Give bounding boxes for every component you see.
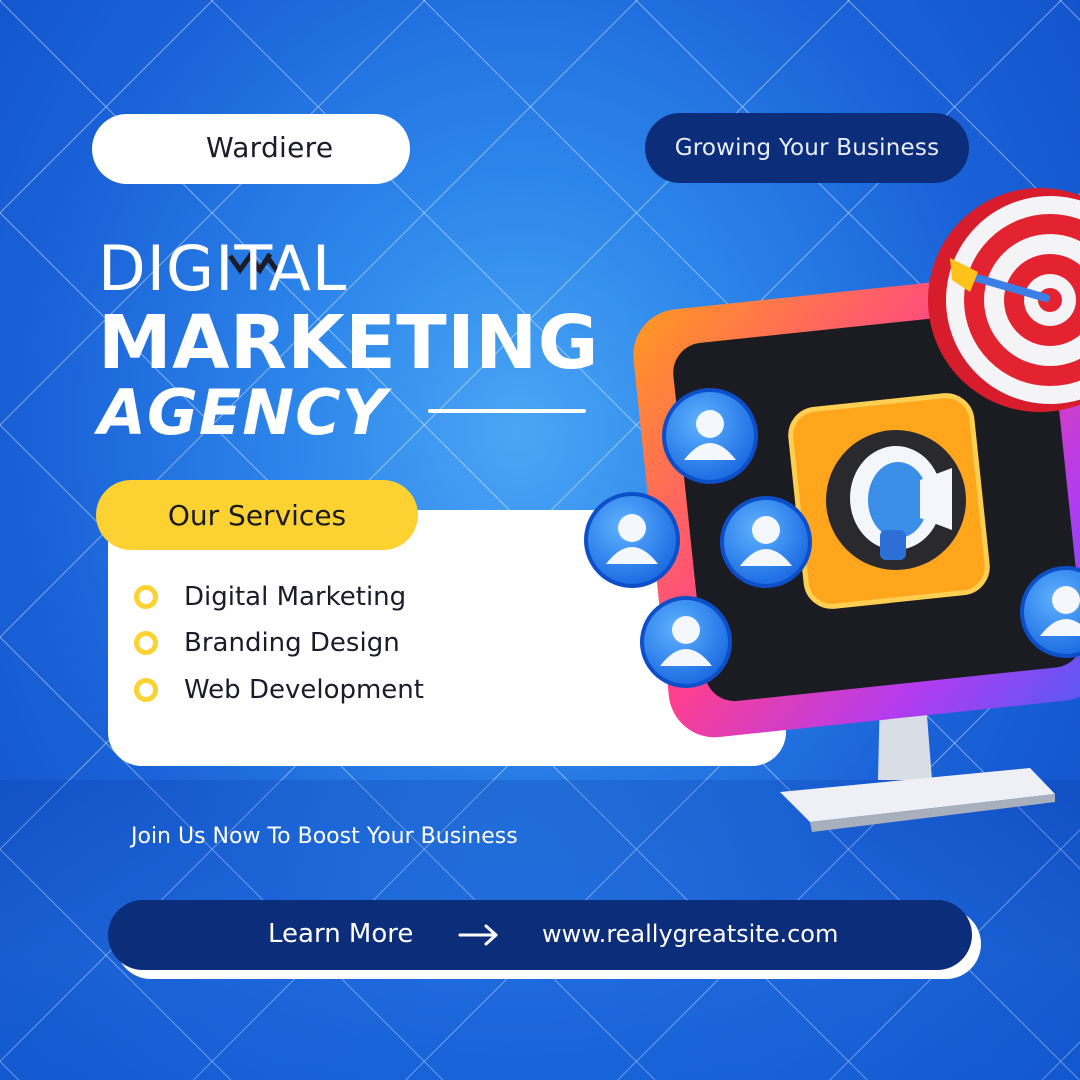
user-avatar-icon xyxy=(720,496,812,588)
marketing-illustration xyxy=(584,188,1080,832)
learn-more-button[interactable]: Learn More xyxy=(268,919,413,949)
headline-line2: MARKETING xyxy=(98,300,599,386)
service-label: Web Development xyxy=(184,675,424,705)
brand-name: Wardiere xyxy=(206,131,334,164)
services-heading: Our Services xyxy=(96,480,418,550)
user-avatar-icon xyxy=(640,596,732,688)
bullet-ring-icon xyxy=(134,678,158,702)
service-item: Web Development xyxy=(134,673,424,707)
arrow-right-icon xyxy=(458,924,498,946)
bullet-ring-icon xyxy=(134,585,158,609)
user-avatar-icon xyxy=(584,492,680,588)
website-link[interactable]: www.reallygreatsite.com xyxy=(542,920,838,948)
headline-line1: DIGITAL xyxy=(98,232,348,305)
service-label: Digital Marketing xyxy=(184,582,407,612)
cta-bar[interactable] xyxy=(108,900,972,970)
service-item: Branding Design xyxy=(134,626,400,660)
user-avatar-icon xyxy=(662,388,758,484)
megaphone-icon xyxy=(788,393,990,609)
bullet-ring-icon xyxy=(134,631,158,655)
service-item: Digital Marketing xyxy=(134,580,406,614)
headline-divider xyxy=(428,409,586,413)
poster: Wardiere Growing Your Business DIGITAL M… xyxy=(0,0,1080,1080)
headline-line3: AGENCY xyxy=(98,376,388,449)
service-label: Branding Design xyxy=(184,628,400,658)
join-text: Join Us Now To Boost Your Business xyxy=(131,824,518,849)
brand-logo-pill: Wardiere xyxy=(92,114,410,275)
tagline-pill: Growing Your Business xyxy=(645,113,969,183)
